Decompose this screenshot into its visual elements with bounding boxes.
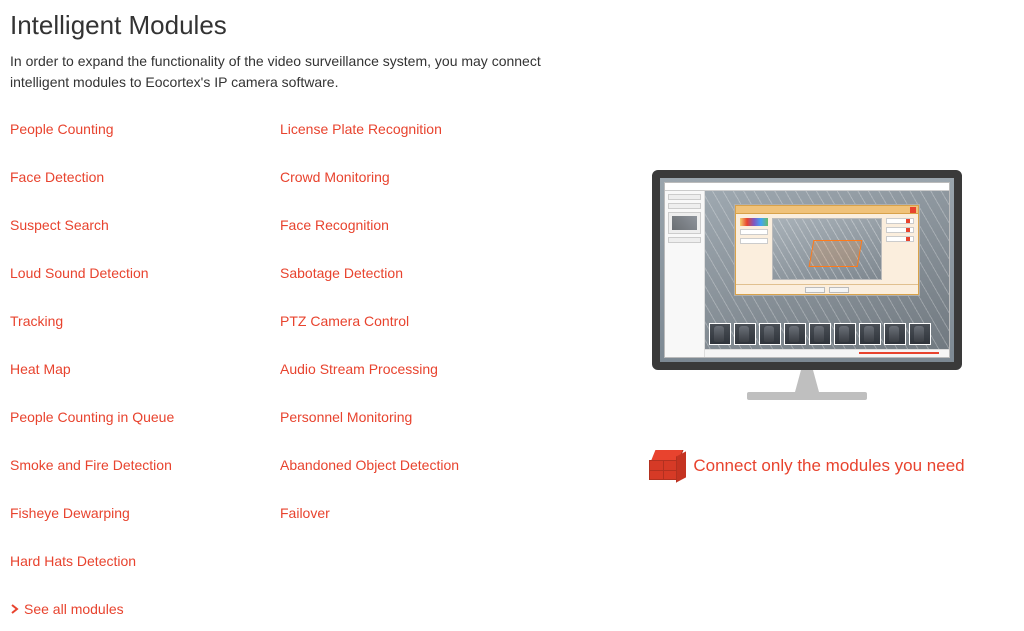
box-icon bbox=[649, 450, 685, 482]
intro-text: In order to expand the functionality of … bbox=[10, 51, 570, 93]
close-icon bbox=[910, 207, 916, 213]
app-window bbox=[664, 182, 950, 358]
module-link[interactable]: Smoke and Fire Detection bbox=[10, 457, 280, 473]
module-link[interactable]: Personnel Monitoring bbox=[280, 409, 550, 425]
empty-cell bbox=[280, 553, 550, 569]
page-title: Intelligent Modules bbox=[10, 10, 570, 41]
module-link[interactable]: Face Recognition bbox=[280, 217, 550, 233]
module-link[interactable]: Crowd Monitoring bbox=[280, 169, 550, 185]
tagline-text: Connect only the modules you need bbox=[693, 456, 964, 476]
module-link[interactable]: Fisheye Dewarping bbox=[10, 505, 280, 521]
monitor-base bbox=[747, 392, 867, 400]
monitor-illustration bbox=[652, 170, 962, 400]
module-link[interactable]: License Plate Recognition bbox=[280, 121, 550, 137]
module-link[interactable]: Suspect Search bbox=[10, 217, 280, 233]
module-link[interactable]: Failover bbox=[280, 505, 550, 521]
chevron-right-icon bbox=[10, 604, 20, 614]
module-link[interactable]: People Counting in Queue bbox=[10, 409, 280, 425]
app-canvas bbox=[705, 191, 949, 357]
module-link[interactable]: Loud Sound Detection bbox=[10, 265, 280, 281]
monitor-bezel bbox=[652, 170, 962, 370]
modules-grid: People Counting License Plate Recognitio… bbox=[10, 121, 570, 569]
module-link[interactable]: Abandoned Object Detection bbox=[280, 457, 550, 473]
module-link[interactable]: Heat Map bbox=[10, 361, 280, 377]
module-link[interactable]: Hard Hats Detection bbox=[10, 553, 280, 569]
module-link[interactable]: PTZ Camera Control bbox=[280, 313, 550, 329]
dialog-window bbox=[735, 205, 919, 295]
see-all-link[interactable]: See all modules bbox=[10, 601, 570, 617]
monitor-stand bbox=[787, 370, 827, 392]
see-all-label: See all modules bbox=[24, 601, 124, 617]
module-link[interactable]: Audio Stream Processing bbox=[280, 361, 550, 377]
module-link[interactable]: Tracking bbox=[10, 313, 280, 329]
thumbnail-strip bbox=[709, 321, 945, 347]
tagline: Connect only the modules you need bbox=[649, 450, 964, 482]
app-titlebar bbox=[665, 183, 949, 191]
app-sidebar bbox=[665, 191, 705, 357]
module-link[interactable]: Face Detection bbox=[10, 169, 280, 185]
module-link[interactable]: Sabotage Detection bbox=[280, 265, 550, 281]
module-link[interactable]: People Counting bbox=[10, 121, 280, 137]
